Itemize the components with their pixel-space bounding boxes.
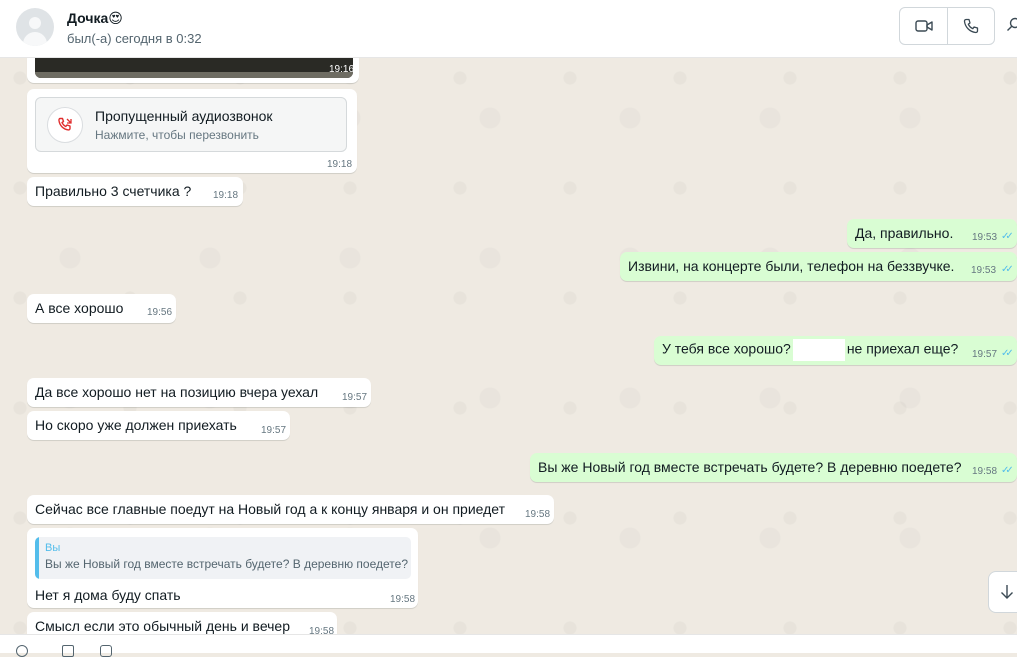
missed-call-subtitle: Нажмите, чтобы перезвонить	[95, 128, 259, 142]
message-time: 19:57	[342, 392, 367, 403]
image-thumbnail[interactable]	[35, 58, 353, 78]
image-message[interactable]: 19:16	[27, 58, 359, 83]
read-ticks-icon: ✓✓	[1001, 348, 1010, 359]
message-text: Правильно 3 счетчика ?	[35, 183, 191, 199]
video-call-button[interactable]	[900, 8, 947, 44]
message-text: Вы же Новый год вместе встречать будете?…	[538, 459, 962, 475]
search-icon	[1006, 17, 1017, 35]
video-camera-icon	[915, 19, 933, 33]
message-time: 19:58	[309, 626, 334, 634]
outgoing-message[interactable]: У тебя все хорошо?не приехал еще? 19:57 …	[654, 336, 1017, 365]
read-ticks-icon: ✓✓	[1001, 231, 1010, 242]
last-seen-status: был(-а) сегодня в 0:32	[67, 31, 202, 46]
redacted-name	[793, 339, 845, 361]
outgoing-message[interactable]: Да, правильно. 19:53 ✓✓	[847, 219, 1017, 248]
message-text-part: У тебя все хорошо?	[662, 341, 791, 357]
message-text: У тебя все хорошо? не приехал еще?	[662, 339, 958, 361]
message-time: 19:58	[972, 466, 997, 477]
search-button[interactable]	[1006, 17, 1017, 37]
message-time: 19:56	[147, 307, 172, 318]
message-text: Извини, на концерте были, телефон на без…	[628, 258, 954, 274]
message-text: Но скоро уже должен приехать	[35, 417, 237, 433]
quote-author: Вы	[45, 542, 60, 554]
chat-header: Дочка😍 был(-а) сегодня в 0:32	[0, 0, 1017, 58]
incoming-message[interactable]: Да все хорошо нет на позицию вчера уехал…	[27, 378, 371, 407]
message-time: 19:18	[327, 159, 352, 170]
incoming-message[interactable]: Смысл если это обычный день и вечер 19:5…	[27, 612, 337, 634]
incoming-message[interactable]: Правильно 3 счетчика ? 19:18	[27, 177, 243, 206]
quote-text: Вы же Новый год вместе встречать будете?…	[45, 557, 408, 571]
scroll-to-bottom-button[interactable]	[988, 571, 1017, 613]
message-time: 19:53	[971, 265, 996, 276]
missed-call-title: Пропущенный аудиозвонок	[95, 108, 273, 124]
contact-name[interactable]: Дочка😍	[67, 10, 123, 27]
voice-call-button[interactable]	[948, 8, 994, 44]
message-time: 19:18	[213, 190, 238, 201]
avatar-head-shape	[29, 17, 41, 29]
sticker-icon[interactable]	[100, 645, 112, 657]
message-composer	[0, 634, 1017, 653]
call-buttons-group	[899, 7, 995, 45]
missed-call-icon	[47, 107, 83, 143]
avatar[interactable]	[16, 8, 54, 46]
message-text: Сейчас все главные поедут на Новый год а…	[35, 501, 505, 517]
message-text-part: не приехал еще?	[847, 341, 958, 357]
outgoing-message[interactable]: Извини, на концерте были, телефон на без…	[620, 252, 1017, 281]
arrow-down-icon	[1000, 584, 1014, 600]
message-time: 19:58	[390, 594, 415, 605]
avatar-body-shape	[23, 32, 47, 46]
message-time: 19:57	[972, 349, 997, 360]
read-ticks-icon: ✓✓	[1001, 264, 1010, 275]
incoming-message[interactable]: А все хорошо 19:56	[27, 294, 176, 323]
missed-call-card[interactable]: Пропущенный аудиозвонок Нажмите, чтобы п…	[35, 97, 347, 152]
message-time: 19:53	[972, 232, 997, 243]
message-list[interactable]: 19:16 Пропущенный аудиозвонок Нажмите, ч…	[0, 58, 1017, 634]
message-text: Да, правильно.	[855, 225, 953, 241]
phone-icon	[963, 18, 979, 34]
message-text: А все хорошо	[35, 300, 123, 316]
outgoing-message[interactable]: Вы же Новый год вместе встречать будете?…	[530, 453, 1017, 482]
message-text: Да все хорошо нет на позицию вчера уехал	[35, 384, 318, 400]
quoted-message[interactable]: Вы Вы же Новый год вместе встречать буде…	[35, 537, 411, 579]
read-ticks-icon: ✓✓	[1001, 465, 1010, 476]
message-time: 19:57	[261, 425, 286, 436]
image-bottom-edge	[35, 72, 353, 78]
quote-accent-bar	[35, 537, 39, 579]
incoming-message[interactable]: Но скоро уже должен приехать 19:57	[27, 411, 290, 440]
attach-icon[interactable]	[62, 645, 74, 657]
message-text: Нет я дома буду спать	[35, 587, 181, 603]
emoji-icon[interactable]	[16, 645, 28, 657]
message-time: 19:58	[525, 509, 550, 520]
message-text: Смысл если это обычный день и вечер	[35, 618, 290, 634]
incoming-message[interactable]: Сейчас все главные поедут на Новый год а…	[27, 495, 554, 524]
message-time: 19:16	[329, 64, 354, 75]
